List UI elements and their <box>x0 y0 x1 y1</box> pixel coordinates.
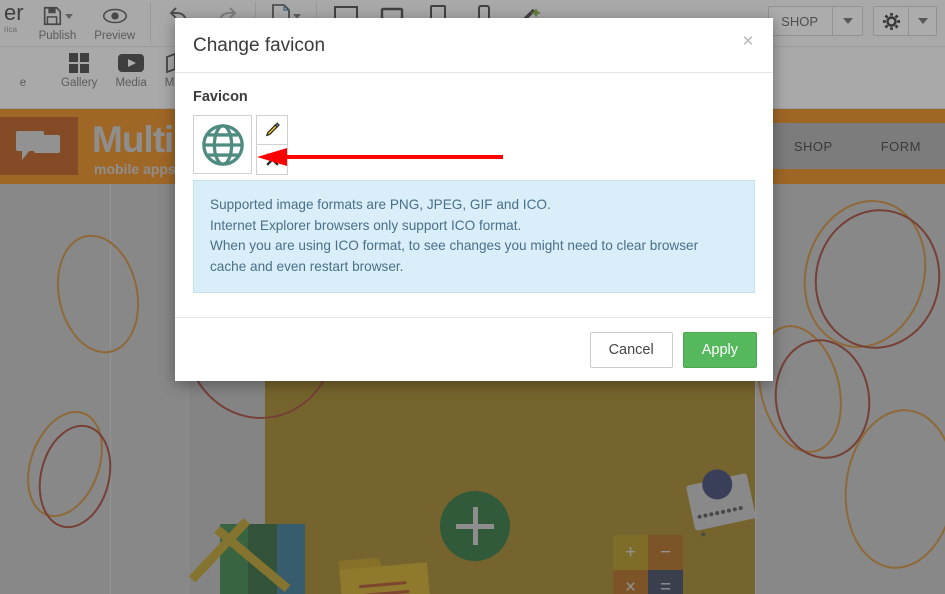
dialog-footer: Cancel Apply <box>175 317 773 381</box>
change-favicon-dialog: Change favicon × Favicon Supported image… <box>175 18 773 381</box>
info-line-3: When you are using ICO format, to see ch… <box>210 238 699 254</box>
info-line-2: Internet Explorer browsers only support … <box>210 217 522 233</box>
annotation-arrow <box>255 146 505 168</box>
globe-icon <box>201 123 244 166</box>
info-line-4: cache and even restart browser. <box>210 258 404 274</box>
screen: er rica Publish Preview SHOP e Gallery M… <box>0 0 945 594</box>
close-icon[interactable]: × <box>737 30 759 52</box>
edit-favicon-button[interactable] <box>256 115 288 145</box>
favicon-field-label: Favicon <box>193 89 248 105</box>
supported-formats-info: Supported image formats are PNG, JPEG, G… <box>193 180 755 293</box>
dialog-body: Favicon Supported image formats are PNG,… <box>175 73 773 317</box>
dialog-title: Change favicon <box>193 35 326 56</box>
cancel-button[interactable]: Cancel <box>589 331 673 368</box>
info-line-1: Supported image formats are PNG, JPEG, G… <box>210 197 551 212</box>
apply-button[interactable]: Apply <box>682 331 757 368</box>
pencil-icon <box>265 121 280 136</box>
dialog-header: Change favicon × <box>175 18 773 73</box>
favicon-preview[interactable] <box>193 115 252 174</box>
